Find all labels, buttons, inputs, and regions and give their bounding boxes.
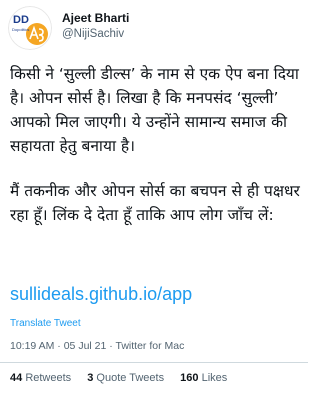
tweet-text: किसी ने ‘सुल्ली डील्स’ के नाम से एक ऐप ब…	[10, 62, 300, 248]
tweet-meta: 10:19 AM · 05 Jul 21 · Twitter for Mac	[10, 340, 184, 352]
handle[interactable]: @NijiSachiv	[62, 26, 129, 42]
display-name[interactable]: Ajeet Bharti	[62, 10, 129, 26]
quote-tweets-label: Quote Tweets	[96, 372, 165, 384]
tweet-paragraph: किसी ने ‘सुल्ली डील्स’ के नाम से एक ऐप ब…	[10, 65, 299, 155]
avatar-logo-text: DD	[13, 14, 29, 26]
tweet-source[interactable]: Twitter for Mac	[116, 340, 185, 352]
translate-tweet-button[interactable]: Translate Tweet	[10, 318, 81, 329]
quote-tweets-count: 3	[87, 372, 94, 384]
tweet-date[interactable]: 05 Jul 21	[64, 340, 107, 352]
avatar-logo-subtext: Dopolitics	[12, 27, 29, 32]
tweet-link[interactable]: sullideals.github.io/app	[10, 284, 192, 305]
tweet-paragraph: मैं तकनीक और ओपन सोर्स का बचपन से ही पक्…	[10, 182, 300, 224]
likes-count: 160	[180, 372, 199, 384]
avatar[interactable]: DD Dopolitics	[8, 6, 52, 50]
retweets-count: 44	[10, 372, 23, 384]
tweet-stats: 44 Retweets 3 Quote Tweets 160 Likes	[10, 372, 240, 384]
quote-tweets-stat[interactable]: 3 Quote Tweets	[87, 372, 164, 384]
tweet-header: DD Dopolitics Ajeet Bharti @NijiSachiv	[8, 6, 300, 50]
avatar-logo-icon: DD Dopolitics	[8, 6, 52, 50]
divider	[0, 362, 308, 363]
likes-stat[interactable]: 160 Likes	[180, 372, 227, 384]
tweet-time[interactable]: 10:19 AM	[10, 340, 54, 352]
retweets-stat[interactable]: 44 Retweets	[10, 372, 71, 384]
author-info[interactable]: Ajeet Bharti @NijiSachiv	[62, 10, 129, 42]
likes-label: Likes	[201, 372, 228, 384]
retweets-label: Retweets	[25, 372, 72, 384]
